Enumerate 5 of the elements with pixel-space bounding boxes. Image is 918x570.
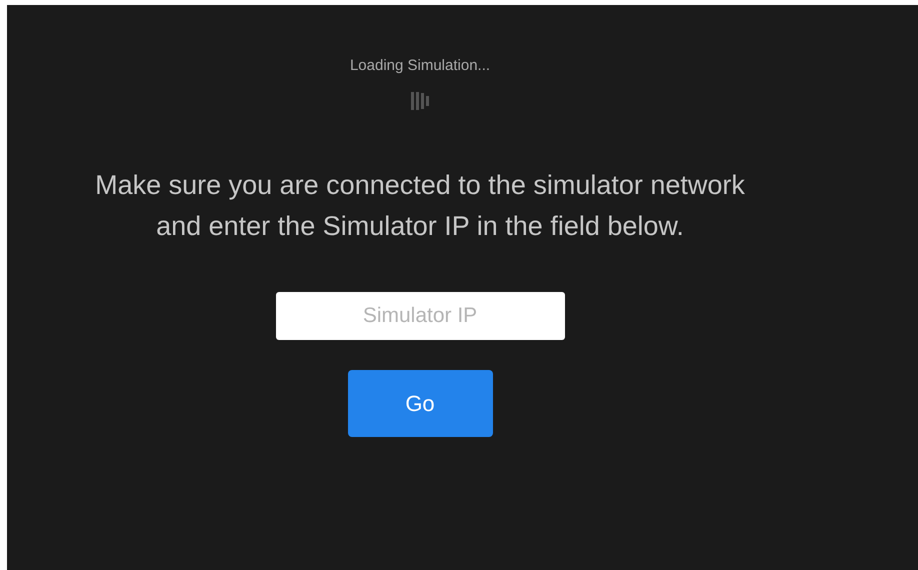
loading-text: Loading Simulation... [350, 56, 490, 76]
instruction-text: Make sure you are connected to the simulator network and enter the Simulator IP in the field below. [94, 168, 746, 242]
go-button[interactable]: Go [348, 370, 492, 436]
ip-input-field[interactable]: Simulator IP [276, 292, 564, 340]
loading-indicator-icon [411, 92, 429, 110]
